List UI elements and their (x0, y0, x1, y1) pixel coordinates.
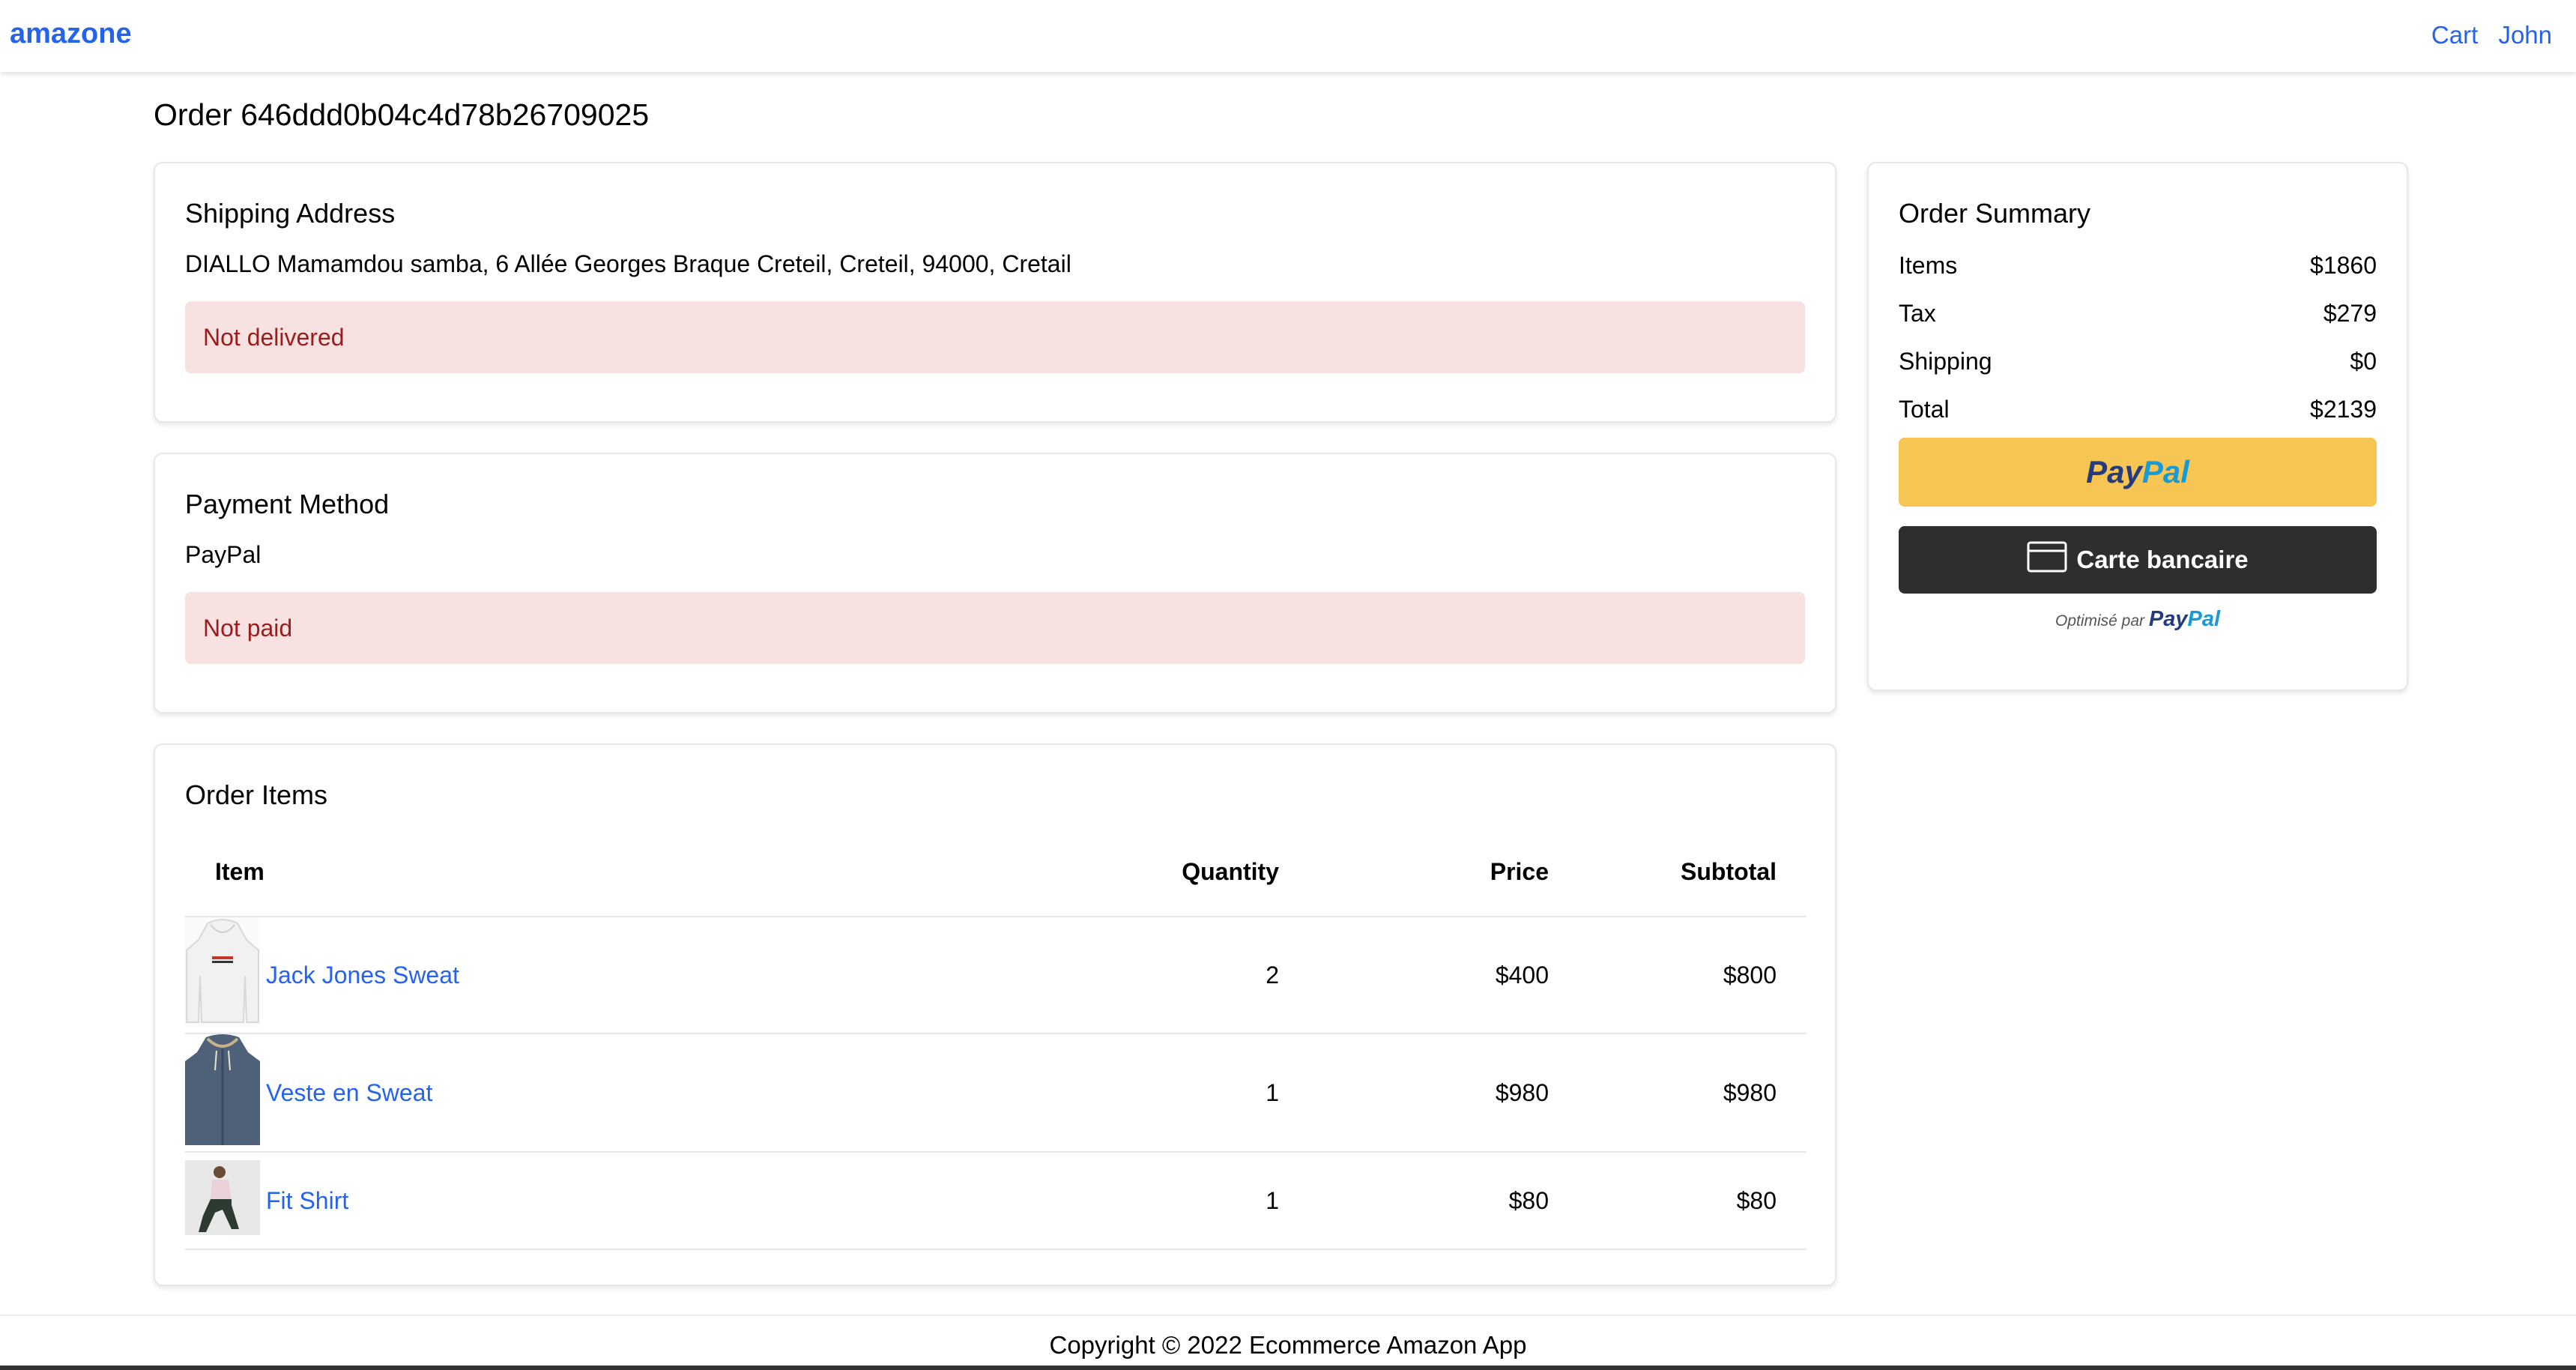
card-button-label: Carte bancaire (2076, 546, 2249, 573)
subtotal-cell: $80 (1579, 1152, 1806, 1250)
order-summary-card: Order Summary Items $1860 Tax $279 Shipp… (1867, 162, 2408, 691)
product-thumbnail-hoodie[interactable] (185, 917, 260, 1033)
user-menu-link[interactable]: John (2498, 21, 2552, 49)
item-cell: Jack Jones Sweat (185, 917, 1032, 1034)
shipping-card: Shipping Address DIALLO Mamamdou samba, … (154, 162, 1836, 423)
cart-link[interactable]: Cart (2431, 21, 2478, 49)
product-link[interactable]: Jack Jones Sweat (266, 962, 459, 989)
paypal-small-logo: PayPal (2148, 607, 2221, 631)
card-payment-button[interactable]: Carte bancaire (1899, 526, 2377, 594)
subtotal-cell: $980 (1579, 1033, 1806, 1153)
paypal-logo: PayPal (2086, 454, 2189, 489)
summary-tax-label: Tax (1899, 300, 1936, 327)
summary-items-label: Items (1899, 252, 1958, 279)
credit-card-icon (2027, 541, 2067, 579)
brand-logo-link[interactable]: amazone (10, 18, 132, 50)
page-title: Order 646ddd0b04c4d78b26709025 (154, 97, 650, 132)
footer-copyright: Copyright © 2022 Ecommerce Amazon App (1049, 1331, 1527, 1359)
order-items-table: Item Quantity Price Subtotal Jack Jones … (185, 827, 1806, 1250)
product-thumbnail-jacket[interactable] (185, 1034, 260, 1151)
col-header-quantity: Quantity (1032, 827, 1309, 917)
paypal-button[interactable]: PayPal (1899, 438, 2377, 507)
price-cell: $980 (1309, 1033, 1579, 1153)
quantity-cell: 1 (1032, 1033, 1309, 1153)
col-header-item: Item (185, 827, 1032, 917)
payment-card: Payment Method PayPal Not paid (154, 453, 1836, 713)
summary-tax-value: $279 (2323, 300, 2377, 327)
price-cell: $400 (1309, 917, 1579, 1034)
price-cell: $80 (1309, 1152, 1579, 1250)
summary-shipping-label: Shipping (1899, 348, 1992, 375)
table-row: Veste en Sweat 1 $980 $980 (185, 1033, 1806, 1153)
summary-row-shipping: Shipping $0 (1899, 348, 2377, 375)
col-header-subtotal: Subtotal (1579, 827, 1806, 917)
payment-status-alert: Not paid (185, 592, 1805, 664)
table-header-row: Item Quantity Price Subtotal (185, 827, 1806, 917)
order-items-title: Order Items (185, 779, 328, 810)
item-cell: Fit Shirt (185, 1152, 1032, 1250)
item-cell: Veste en Sweat (185, 1033, 1032, 1153)
summary-title: Order Summary (1899, 198, 2091, 229)
product-link[interactable]: Fit Shirt (266, 1187, 348, 1215)
nav-links: Cart John (2418, 21, 2552, 49)
table-row: Fit Shirt 1 $80 $80 (185, 1152, 1806, 1250)
order-items-card: Order Items Item Quantity Price Subtotal (154, 743, 1836, 1286)
product-link[interactable]: Veste en Sweat (266, 1079, 432, 1107)
payment-method: PayPal (185, 541, 261, 568)
window-bottom-edge (0, 1366, 2576, 1370)
quantity-cell: 1 (1032, 1152, 1309, 1250)
summary-row-total: Total $2139 (1899, 396, 2377, 423)
footer-divider (0, 1315, 2576, 1316)
shipping-address: DIALLO Mamamdou samba, 6 Allée Georges B… (185, 250, 1071, 277)
top-navbar: amazone Cart John (0, 0, 2576, 72)
summary-total-value: $2139 (2310, 396, 2377, 423)
shipping-title: Shipping Address (185, 198, 396, 229)
delivery-status-alert: Not delivered (185, 301, 1805, 373)
summary-total-label: Total (1899, 396, 1950, 423)
summary-shipping-value: $0 (2350, 348, 2377, 375)
summary-row-items: Items $1860 (1899, 252, 2377, 280)
powered-by-paypal: Optimisé par PayPal (2055, 607, 2221, 631)
col-header-price: Price (1309, 827, 1579, 917)
payment-title: Payment Method (185, 489, 390, 519)
quantity-cell: 2 (1032, 917, 1309, 1034)
summary-row-tax: Tax $279 (1899, 300, 2377, 328)
summary-items-value: $1860 (2310, 252, 2377, 279)
product-thumbnail-shirt[interactable] (185, 1160, 260, 1241)
subtotal-cell: $800 (1579, 917, 1806, 1034)
table-row: Jack Jones Sweat 2 $400 $800 (185, 917, 1806, 1034)
